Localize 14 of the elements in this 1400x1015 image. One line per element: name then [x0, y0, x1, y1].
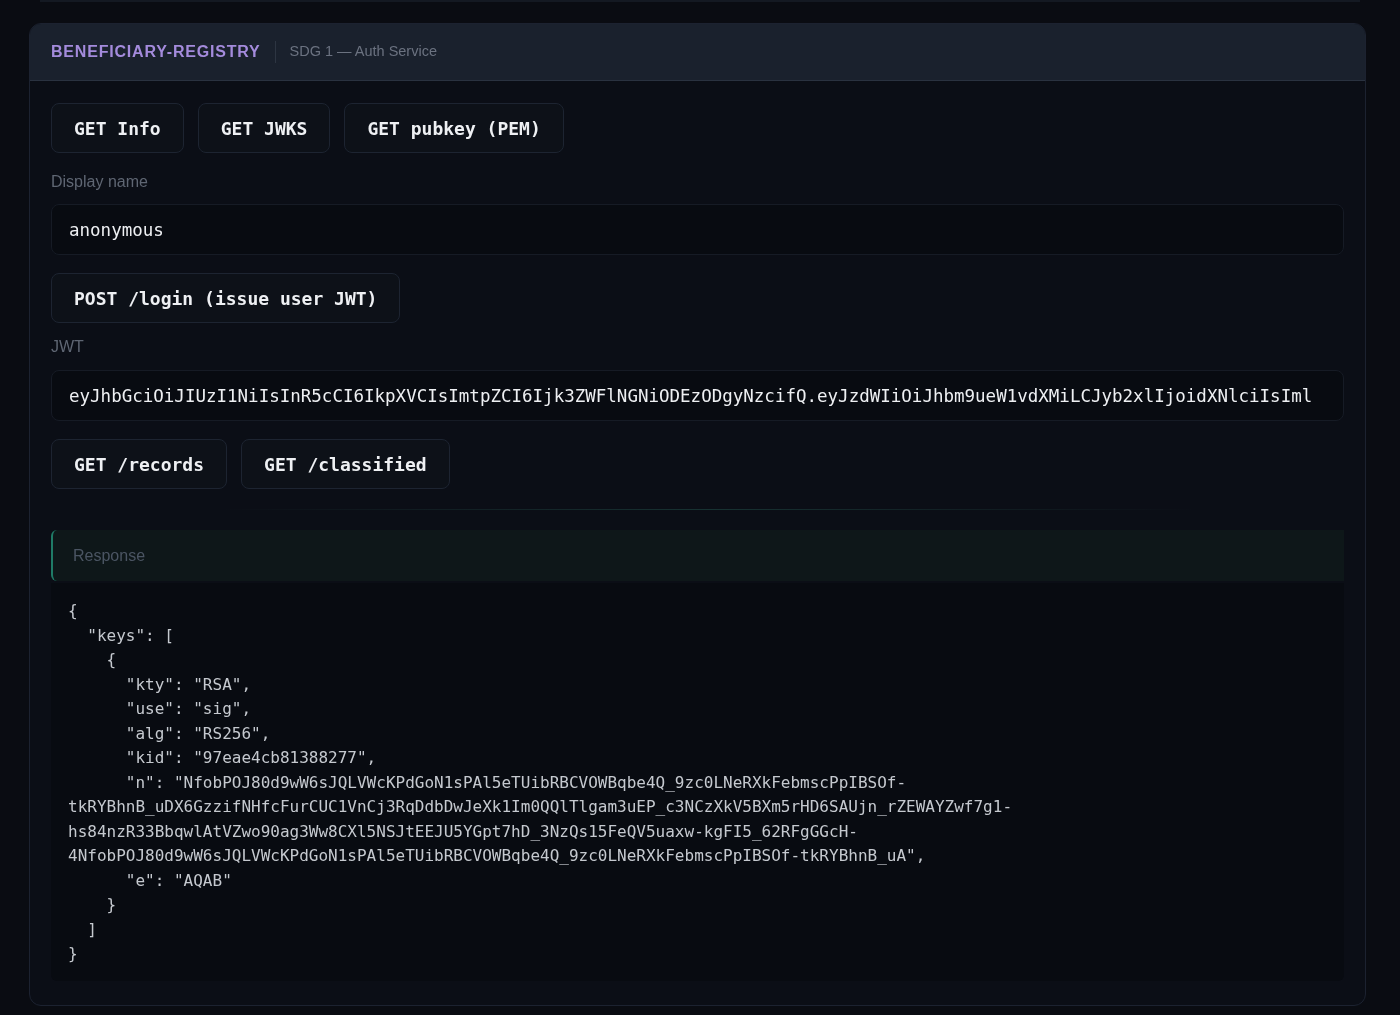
response-json-code: { "keys": [ { "kty": "RSA", "use": "sig", "alg": "RS256", "kid": "97eae4cb81388277", "n": "NfobPOJ80d9wW6sJQLVWcKPdGoN1sPAl5eTUibRBCVOWBqbe4Q_9zc0LNeRXkFebmscPpIBSOf- tkRYBhnB_uDX6GzzifNHfcFurCUC1VnCj3RqDdbDwJeXk1Im0QQlTlgam3uEP_c3NCzXkV5BXm5rHD6SAUjn_rZEWAYZwf7g1- hs84nzR33BbqwlAtVZwo90ag3Ww8CXl5NSJtEEJU5YGpt7hD_3NzQs15FeQV5uaxw-kgFI5_62RFgGGcH- 4NfobPOJ80d9wW6sJQLVWcKPdGoN1sPAl5eTUibRBCVOWBqbe4Q_9zc0LNeRXkFebmscPpIBSOf-tkRYBhnB_uA", "e": "AQAB" } ] }: [51, 583, 1344, 981]
service-subtitle: SDG 1 — Auth Service: [289, 42, 437, 62]
field-label: JWT: [51, 337, 84, 357]
field-label: Display name: [51, 172, 148, 192]
response-label: Response: [73, 545, 146, 566]
request-button[interactable]: GET Info: [51, 103, 184, 153]
request-button[interactable]: GET JWKS: [197, 103, 331, 153]
jwt-field[interactable]: eyJhbGciOiJIUzI1NiIsInR5cCI6IkpXVCIsImtpZCI6Ijk3ZWFlNGNiODEzODgyNzcifQ.eyJzdWIiOiJhbm9ueW1vdXMiLCJyb2xlIjoidXNlciIsIml: [51, 370, 1344, 421]
request-button[interactable]: POST /login (issue user JWT): [51, 273, 401, 323]
request-button[interactable]: GET pubkey (PEM): [344, 103, 564, 153]
service-title: BENEFICIARY-REGISTRY: [51, 42, 261, 62]
request-button[interactable]: GET /classified: [241, 439, 450, 489]
request-button[interactable]: GET /records: [51, 439, 228, 489]
display-name-field[interactable]: anonymous: [51, 204, 1344, 255]
